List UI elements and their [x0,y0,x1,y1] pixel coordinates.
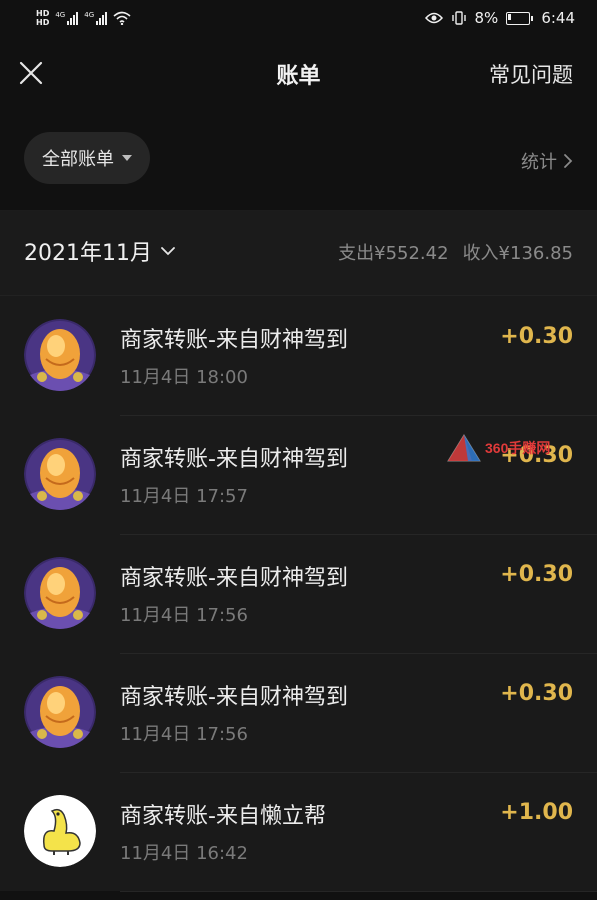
list-item[interactable]: 商家转账-来自懒立帮 11月4日 16:42 +1.00 [0,772,597,891]
status-right: 8% 6:44 [424,9,575,27]
bill-title: 商家转账-来自财神驾到 [120,566,348,591]
bill-title: 商家转账-来自财神驾到 [120,685,348,710]
bill-time: 11月4日 17:57 [120,486,248,507]
wifi-icon [113,11,131,25]
bill-title: 商家转账-来自财神驾到 [120,447,348,472]
bill-amount: +0.30 [500,324,573,349]
month-header: 2021年11月 支出¥552.42 收入¥136.85 [0,211,597,296]
bill-page: HD HD 4G 4G 8% 6:44 账单 常见问题 全部账单 统计 2021… [0,0,597,900]
list-divider [120,891,597,892]
list-item[interactable]: 商家转账-来自财神驾到 11月4日 18:00 +0.30 [0,296,597,415]
golden-egg-avatar [24,676,96,748]
bill-time: 11月4日 18:00 [120,367,248,388]
chevron-down-icon [161,247,175,256]
bill-title: 商家转账-来自懒立帮 [120,804,326,829]
signal-icon: 4G [55,11,79,25]
list-item[interactable]: 商家转账-来自财神驾到 11月4日 17:56 +0.30 [0,534,597,653]
expense-total: 支出¥552.42 [338,243,449,264]
month-selector[interactable]: 2021年11月 [24,235,176,267]
watermark: 360手赚网 [446,433,550,463]
bill-amount: +1.00 [500,800,573,825]
battery-icon [506,11,534,25]
clock: 6:44 [541,9,575,27]
golden-egg-avatar [24,438,96,510]
statistics-label: 统计 [521,152,557,173]
filter-row: 全部账单 统计 [0,112,597,211]
golden-egg-avatar [24,557,96,629]
battery-percent: 8% [474,9,499,27]
bill-amount: +0.30 [500,681,573,706]
yellow-dinosaur-avatar [24,795,96,867]
chevron-right-icon [564,154,573,168]
faq-link[interactable]: 常见问题 [489,59,573,89]
vibrate-icon [451,11,466,25]
nav-bar: 账单 常见问题 [0,36,597,112]
signal-icon-2: 4G [84,11,108,25]
status-left: HD HD 4G 4G [36,9,131,27]
bill-type-filter[interactable]: 全部账单 [24,132,150,184]
eye-icon [424,12,443,24]
bill-title: 商家转账-来自财神驾到 [120,328,348,353]
bill-list: 商家转账-来自财神驾到 11月4日 18:00 +0.30 商家转账-来自财神驾… [0,296,597,892]
network-type-2: 4G [84,11,95,19]
month-label: 2021年11月 [24,241,152,266]
caret-down-icon [122,155,132,161]
watermark-text: 360手赚网 [485,440,551,456]
status-bar: HD HD 4G 4G 8% 6:44 [0,0,597,36]
bill-type-filter-label: 全部账单 [42,149,114,170]
network-type-1: 4G [55,11,66,19]
income-total: 收入¥136.85 [462,243,573,264]
month-summary: 支出¥552.42 收入¥136.85 [338,239,573,265]
triangle-logo-icon [447,434,481,462]
bill-time: 11月4日 17:56 [120,605,248,626]
bill-time: 11月4日 16:42 [120,843,248,864]
bill-time: 11月4日 17:56 [120,724,248,745]
hd-label-bottom: HD [36,18,50,27]
hd-label-top: HD [36,9,50,18]
bill-amount: +0.30 [500,562,573,587]
statistics-link[interactable]: 统计 [521,148,573,174]
list-item[interactable]: 商家转账-来自财神驾到 11月4日 17:56 +0.30 [0,653,597,772]
hd-indicator: HD HD [36,9,49,27]
golden-egg-avatar [24,319,96,391]
